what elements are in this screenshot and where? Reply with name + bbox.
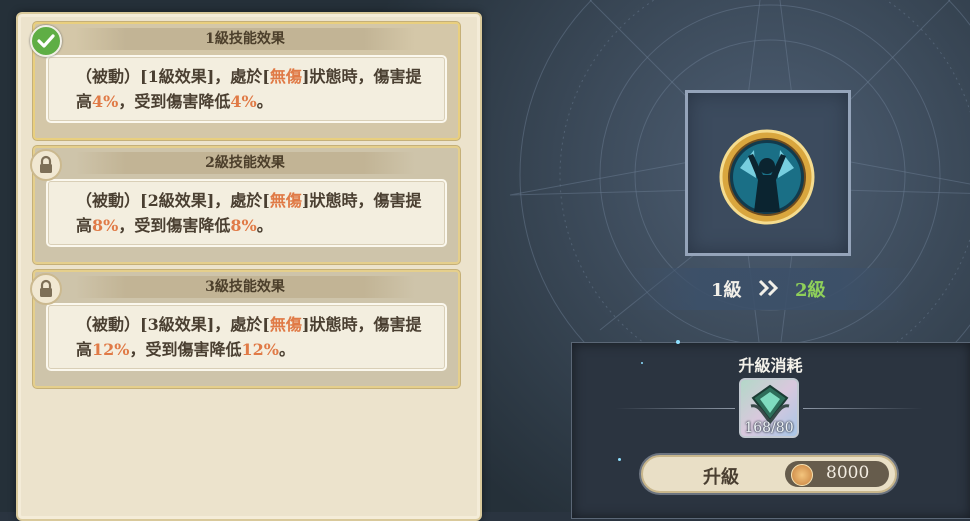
card-description: （被動）[3級效果]，處於[無傷]狀態時，傷害提高12%，受到傷害降低12%。 xyxy=(76,315,422,359)
upgrade-material-item[interactable]: 168/80 xyxy=(739,378,799,438)
skill-icon[interactable] xyxy=(718,128,816,226)
divider-right xyxy=(803,408,923,409)
card-description: （被動）[2級效果]，處於[無傷]狀態時，傷害提高8%，受到傷害降低8%。 xyxy=(76,191,422,235)
level-to: 2級 xyxy=(795,280,826,301)
bonus-value: 12% xyxy=(241,340,279,359)
bonus-value: 8% xyxy=(92,216,119,235)
card-description-box: （被動）[3級效果]，處於[無傷]狀態時，傷害提高12%，受到傷害降低12%。 xyxy=(48,305,445,369)
bonus-value: 4% xyxy=(230,92,257,111)
lock-icon xyxy=(30,273,62,305)
bonus-value: 4% xyxy=(92,92,119,111)
sparkle xyxy=(618,458,621,461)
card-header: 2級技能效果 xyxy=(75,152,415,174)
card-description: （被動）[1級效果]，處於[無傷]狀態時，傷害提高4%，受到傷害降低4%。 xyxy=(76,67,422,111)
card-title: 2級技能效果 xyxy=(205,155,285,171)
upgrade-cost-title: 升級消耗 xyxy=(738,356,803,375)
coin-icon xyxy=(791,464,813,486)
coin-cost: 8000 xyxy=(826,463,870,483)
check-icon xyxy=(30,25,62,57)
bonus-value: 12% xyxy=(92,340,130,359)
card-header: 1級技能效果 xyxy=(75,28,415,50)
double-chevron-right-icon xyxy=(758,279,779,297)
status-highlight: 無傷 xyxy=(269,315,302,334)
skill-level-card-1: 1級技能效果 （被動）[1級效果]，處於[無傷]狀態時，傷害提高4%，受到傷害降… xyxy=(33,22,460,140)
card-title: 3級技能效果 xyxy=(205,279,285,295)
upgrade-button-label: 升級 xyxy=(703,467,739,488)
status-highlight: 無傷 xyxy=(269,191,302,210)
divider-left xyxy=(615,408,735,409)
card-description-box: （被動）[2級效果]，處於[無傷]狀態時，傷害提高8%，受到傷害降低8%。 xyxy=(48,181,445,245)
sparkle xyxy=(676,340,680,344)
card-title: 1級技能效果 xyxy=(205,31,285,47)
skill-level-card-2: 2級技能效果 （被動）[2級效果]，處於[無傷]狀態時，傷害提高8%，受到傷害降… xyxy=(33,146,460,264)
gem-material-icon xyxy=(750,384,790,424)
skill-level-card-3: 3級技能效果 （被動）[3級效果]，處於[無傷]狀態時，傷害提高12%，受到傷害… xyxy=(33,270,460,388)
status-highlight: 無傷 xyxy=(269,67,302,86)
item-count: 168/80 xyxy=(744,420,794,436)
level-from: 1級 xyxy=(711,280,742,301)
upgrade-button[interactable]: 升級 8000 xyxy=(641,455,897,493)
lock-icon xyxy=(30,149,62,181)
bonus-value: 8% xyxy=(230,216,257,235)
sparkle xyxy=(641,362,643,364)
card-header: 3級技能效果 xyxy=(75,276,415,298)
card-description-box: （被動）[1級效果]，處於[無傷]狀態時，傷害提高4%，受到傷害降低4%。 xyxy=(48,57,445,121)
